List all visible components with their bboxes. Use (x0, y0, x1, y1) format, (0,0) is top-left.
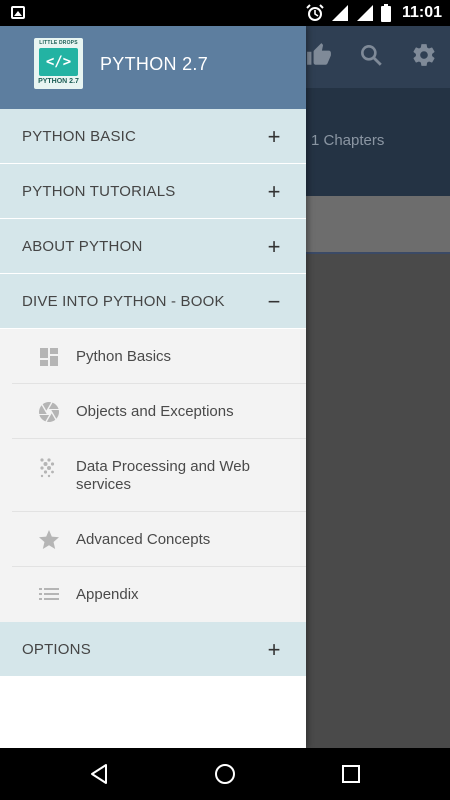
background-tabbar (306, 196, 450, 254)
chapters-count: 1 Chapters (311, 132, 385, 149)
dive-into-python-sublist: Python Basics Objects and Exceptions Dat… (0, 329, 306, 622)
subitem-python-basics[interactable]: Python Basics (12, 329, 306, 384)
recents-icon[interactable] (339, 762, 363, 786)
drawer-header: LITTLE DROPS </> PYTHON 2.7 PYTHON 2.7 (0, 26, 306, 109)
signal-icon (356, 5, 373, 21)
wifi-icon (331, 5, 348, 21)
subitem-label: Advanced Concepts (76, 531, 211, 548)
status-bar: 11:01 (0, 0, 450, 26)
thumbs-up-icon[interactable] (306, 42, 332, 68)
section-about-python[interactable]: ABOUT PYTHON + (0, 219, 306, 274)
expand-icon[interactable]: + (266, 219, 282, 274)
logo-top-text: LITTLE DROPS (39, 40, 78, 46)
subitem-data-processing[interactable]: Data Processing and Web services (12, 439, 306, 512)
navigation-drawer: LITTLE DROPS </> PYTHON 2.7 PYTHON 2.7 P… (0, 26, 306, 748)
background-app: 1 Chapters (306, 26, 450, 748)
alarm-icon (306, 4, 324, 21)
clock: 11:01 (401, 4, 442, 21)
section-label: PYTHON BASIC (22, 127, 137, 145)
subitem-advanced-concepts[interactable]: Advanced Concepts (12, 512, 306, 567)
star-icon (39, 530, 59, 549)
subitem-objects-and-exceptions[interactable]: Objects and Exceptions (12, 384, 306, 439)
aperture-icon (39, 402, 59, 422)
section-label: DIVE INTO PYTHON - BOOK (22, 292, 225, 310)
section-options[interactable]: OPTIONS + (0, 622, 306, 677)
dots-grid-icon (40, 458, 55, 478)
expand-icon[interactable]: + (266, 109, 282, 164)
expand-icon[interactable]: + (266, 164, 282, 219)
battery-icon (380, 4, 391, 22)
section-python-tutorials[interactable]: PYTHON TUTORIALS + (0, 164, 306, 219)
settings-icon[interactable] (411, 42, 437, 68)
app-title: PYTHON 2.7 (100, 54, 209, 74)
subitem-appendix[interactable]: Appendix (12, 567, 306, 622)
expand-icon[interactable]: + (266, 622, 282, 677)
list-icon (39, 588, 59, 600)
subitem-label: Data Processing and Web services (76, 458, 250, 493)
background-header: 1 Chapters (306, 88, 450, 196)
section-label: ABOUT PYTHON (22, 237, 143, 255)
subitem-label: Objects and Exceptions (76, 403, 234, 420)
back-icon[interactable] (87, 762, 111, 786)
collapse-icon[interactable]: − (266, 274, 282, 329)
logo-bottom-text: PYTHON 2.7 (38, 78, 79, 85)
app-logo: LITTLE DROPS </> PYTHON 2.7 (34, 38, 83, 89)
dashboard-icon (40, 348, 58, 366)
search-icon[interactable] (358, 42, 384, 68)
section-label: PYTHON TUTORIALS (22, 182, 176, 200)
subitem-label: Python Basics (76, 348, 172, 365)
background-toolbar (306, 26, 450, 88)
subitem-label: Appendix (76, 586, 139, 603)
home-icon[interactable] (213, 762, 237, 786)
system-nav-bar (0, 748, 450, 800)
section-python-basic[interactable]: PYTHON BASIC + (0, 109, 306, 164)
section-dive-into-python[interactable]: DIVE INTO PYTHON - BOOK − (0, 274, 306, 329)
code-icon: </> (39, 48, 78, 76)
status-icons: 11:01 (306, 0, 442, 26)
background-content (306, 256, 450, 748)
image-notification-icon (11, 6, 25, 19)
section-label: OPTIONS (22, 640, 91, 658)
